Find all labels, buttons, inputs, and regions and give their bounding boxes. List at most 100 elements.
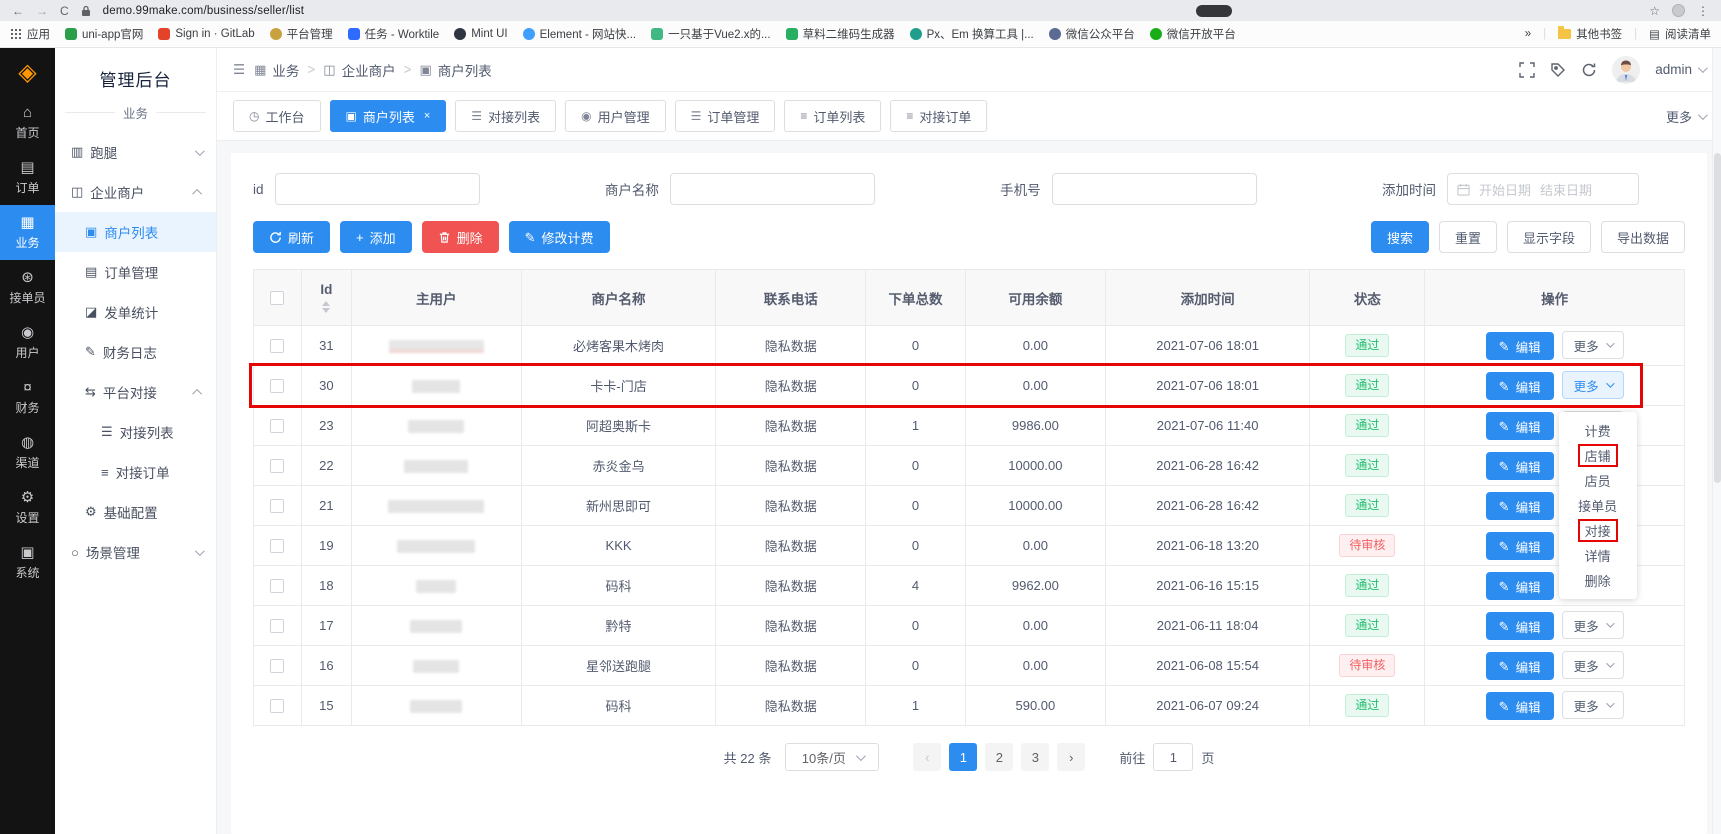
prev-page-button[interactable]: ‹ [913,743,941,771]
rail-item-home[interactable]: ⌂首页 [0,95,55,150]
browser-menu-icon[interactable]: ⋮ [1697,4,1709,18]
rail-item-system[interactable]: ▣系统 [0,535,55,590]
row-checkbox[interactable] [270,659,284,673]
rail-item-orders[interactable]: ▤订单 [0,150,55,205]
merchant-name-input[interactable] [670,173,875,205]
row-checkbox[interactable] [270,379,284,393]
rail-item-users[interactable]: ◉用户 [0,315,55,370]
rail-item-channel[interactable]: ◍渠道 [0,425,55,480]
close-tab-icon[interactable]: × [424,110,430,122]
tabs-more-button[interactable]: 更多 [1666,107,1705,126]
phone-input[interactable] [1052,173,1257,205]
sidebar-item-scene-manage[interactable]: ○场景管理 [55,532,216,572]
bookmark-item[interactable]: 平台管理 [270,26,333,42]
delete-button[interactable]: 删除 [422,221,499,253]
more-button[interactable]: 更多 [1562,651,1624,679]
edit-button[interactable]: ✎编辑 [1486,652,1554,680]
sidebar-item-errand[interactable]: ▥跑腿 [55,132,216,172]
row-checkbox[interactable] [270,499,284,513]
page-number-3[interactable]: 3 [1021,743,1049,771]
dropdown-item-接单员[interactable]: 接单员 [1559,493,1637,518]
edit-button[interactable]: ✎编辑 [1486,372,1554,400]
bookmark-item[interactable]: Px、Em 换算工具 |... [910,26,1034,42]
bookmarks-overflow-icon[interactable]: » [1525,28,1531,40]
dropdown-item-删除[interactable]: 删除 [1559,568,1637,593]
modify-fee-button[interactable]: ✎修改计费 [509,221,610,253]
tab-order-manage[interactable]: ☰订单管理 [675,100,776,132]
profile-avatar-icon[interactable] [1672,4,1685,17]
app-logo-icon[interactable]: ◈ [18,61,36,85]
sidebar-item-finance-log[interactable]: ✎财务日志 [55,332,216,372]
tab-link-list[interactable]: ☰对接列表 [455,100,556,132]
edit-button[interactable]: ✎编辑 [1486,532,1554,560]
row-checkbox[interactable] [270,539,284,553]
bookmark-item[interactable]: 微信开放平台 [1150,26,1236,42]
dropdown-item-店铺[interactable]: 店铺 [1559,443,1637,468]
more-button[interactable]: 更多 [1562,691,1624,719]
page-number-2[interactable]: 2 [985,743,1013,771]
more-button[interactable]: 更多 [1562,611,1624,639]
more-button[interactable]: 更多 [1562,371,1624,399]
tab-link-orders[interactable]: ≡对接订单 [890,100,987,132]
edit-button[interactable]: ✎编辑 [1486,412,1554,440]
export-button[interactable]: 导出数据 [1601,221,1685,253]
sidebar-item-merchant-list[interactable]: ▣商户列表 [55,212,216,252]
id-input[interactable] [275,173,480,205]
sidebar-item-base-config[interactable]: ⚙基础配置 [55,492,216,532]
bookmark-item[interactable]: 草料二维码生成器 [786,26,895,42]
bookmark-item[interactable]: 一只基于Vue2.x的... [651,26,770,42]
edit-button[interactable]: ✎编辑 [1486,332,1554,360]
bookmark-item[interactable]: 任务 - Worktile [348,26,440,42]
forward-icon[interactable]: → [36,4,48,18]
breadcrumb-item[interactable]: ▣商户列表 [419,60,491,80]
edit-button[interactable]: ✎编辑 [1486,692,1554,720]
user-avatar[interactable] [1612,56,1640,84]
goto-page-input[interactable] [1153,743,1193,771]
page-number-1[interactable]: 1 [949,743,977,771]
breadcrumb-item[interactable]: ◫企业商户 [323,60,395,80]
show-fields-button[interactable]: 显示字段 [1507,221,1591,253]
refresh-button[interactable]: 刷新 [253,221,330,253]
user-menu[interactable]: admin [1655,62,1705,77]
breadcrumb-item[interactable]: ▦业务 [254,60,299,80]
reading-list[interactable]: ▤阅读清单 [1649,26,1711,42]
sort-icons[interactable] [302,301,351,313]
scrollbar-thumb[interactable] [1714,153,1721,483]
bookmark-item[interactable]: Mint UI [454,28,507,40]
edit-button[interactable]: ✎编辑 [1486,612,1554,640]
reset-button[interactable]: 重置 [1439,221,1497,253]
sort-asc-icon[interactable] [322,301,330,306]
row-checkbox[interactable] [270,339,284,353]
bookmark-star-icon[interactable]: ☆ [1649,4,1660,18]
page-scrollbar[interactable] [1712,48,1721,834]
rail-item-courier[interactable]: ⊛接单员 [0,260,55,315]
refresh-icon[interactable] [1581,62,1597,78]
fullscreen-icon[interactable] [1519,62,1535,78]
bookmark-item[interactable]: Sign in · GitLab [158,28,254,40]
search-button[interactable]: 搜索 [1371,221,1429,253]
date-range-picker[interactable]: 开始日期 结束日期 [1447,173,1639,205]
row-checkbox[interactable] [270,619,284,633]
rail-item-business[interactable]: ▦业务 [0,205,55,260]
row-checkbox[interactable] [270,419,284,433]
dropdown-item-店员[interactable]: 店员 [1559,468,1637,493]
sort-desc-icon[interactable] [322,308,330,313]
bookmark-item[interactable]: Element - 网站快... [523,26,637,42]
edit-button[interactable]: ✎编辑 [1486,492,1554,520]
apps-shortcut[interactable]: 应用 [10,26,50,42]
rail-item-finance[interactable]: ¤财务 [0,370,55,425]
dropdown-item-计费[interactable]: 计费 [1559,418,1637,443]
page-size-select[interactable]: 10条/页 [785,743,879,771]
sidebar-item-link-list[interactable]: ☰对接列表 [55,412,216,452]
add-button[interactable]: +添加 [340,221,412,253]
collapse-sidebar-icon[interactable]: ☰ [233,62,245,78]
tab-workbench[interactable]: ◷工作台 [233,100,321,132]
more-button[interactable]: 更多 [1562,331,1624,359]
back-icon[interactable]: ← [12,4,24,18]
rail-item-settings[interactable]: ⚙设置 [0,480,55,535]
dropdown-item-详情[interactable]: 详情 [1559,543,1637,568]
reload-icon[interactable]: C [60,4,69,18]
edit-button[interactable]: ✎编辑 [1486,452,1554,480]
tab-merchant-list[interactable]: ▣商户列表× [330,100,447,132]
dark-extension-chip[interactable] [1196,5,1232,17]
